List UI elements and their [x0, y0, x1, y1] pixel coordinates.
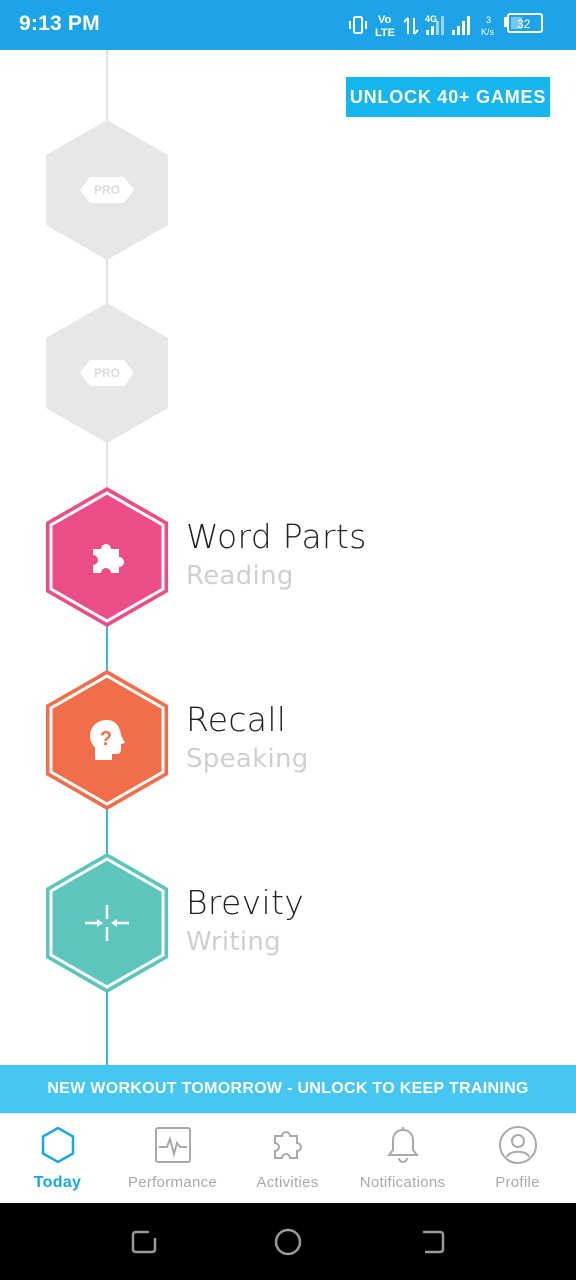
game-item-recall[interactable]: ? Recall Speaking	[0, 670, 576, 810]
bottom-tab-bar: Today Performance Activities Notificatio…	[0, 1113, 576, 1204]
banner-text: NEW WORKOUT TOMORROW - UNLOCK TO KEEP TR…	[47, 1080, 529, 1097]
locked-game-item[interactable]: PRO	[0, 303, 576, 443]
speed-value-text: 3	[486, 15, 491, 25]
puzzle-icon	[93, 544, 124, 573]
tab-activities[interactable]: Activities	[230, 1114, 345, 1204]
head-question-icon: ?	[90, 720, 125, 760]
recent-apps-icon[interactable]	[127, 1225, 161, 1259]
game-item-brevity[interactable]: Brevity Writing	[0, 853, 576, 993]
game-category: Speaking	[186, 744, 309, 774]
pro-badge-label: PRO	[93, 183, 120, 197]
network-lte-text: LTE	[375, 27, 395, 39]
pulse-chart-icon	[155, 1127, 191, 1163]
bell-icon	[386, 1127, 420, 1163]
game-title: Word Parts	[186, 517, 367, 556]
tab-performance[interactable]: Performance	[115, 1114, 230, 1204]
tab-notifications[interactable]: Notifications	[345, 1114, 460, 1204]
pro-badge: PRO	[80, 360, 134, 386]
compress-arrows-icon	[85, 905, 129, 941]
back-icon[interactable]	[415, 1225, 449, 1259]
tab-label: Notifications	[359, 1174, 446, 1191]
home-icon[interactable]	[271, 1225, 305, 1259]
tab-label: Performance	[127, 1174, 218, 1191]
network-4g-text: 4G	[425, 14, 437, 24]
game-item-word-parts[interactable]: Word Parts Reading	[0, 487, 576, 627]
status-time: 9:13 PM	[19, 12, 100, 35]
tab-profile[interactable]: Profile	[460, 1114, 575, 1204]
vibrate-icon	[349, 16, 367, 34]
pro-badge-label: PRO	[93, 366, 120, 380]
game-title: Brevity	[186, 883, 305, 922]
network-vo-text: Vo	[378, 14, 392, 26]
puzzle-icon	[274, 1131, 302, 1159]
data-arrows-icon	[403, 17, 419, 35]
game-category: Reading	[186, 561, 294, 591]
status-icons: Vo LTE 4G 3 K/s 32	[348, 12, 558, 40]
tab-label: Profile	[495, 1174, 540, 1191]
system-nav-bar	[0, 1203, 576, 1280]
battery-level-text: 32	[517, 17, 531, 31]
signal-2-icon	[452, 16, 470, 35]
battery-icon: 32	[504, 13, 543, 33]
status-bar: 9:13 PM Vo LTE 4G 3 K/s 32	[0, 0, 576, 50]
today-workout-list[interactable]: UNLOCK 40+ GAMES PRO PRO Word Parts Read…	[0, 50, 576, 1115]
hexagon-icon	[41, 1126, 75, 1164]
locked-game-item[interactable]: PRO	[0, 120, 576, 260]
game-title: Recall	[186, 700, 287, 739]
unlock-training-banner[interactable]: NEW WORKOUT TOMORROW - UNLOCK TO KEEP TR…	[0, 1065, 576, 1113]
svg-text:?: ?	[100, 728, 112, 750]
tab-label: Activities	[256, 1174, 319, 1191]
pro-badge: PRO	[80, 177, 134, 203]
user-icon	[499, 1126, 537, 1164]
unlock-games-button[interactable]: UNLOCK 40+ GAMES	[346, 77, 550, 117]
tab-label: Today	[33, 1174, 82, 1191]
game-category: Writing	[186, 927, 281, 957]
tab-today[interactable]: Today	[0, 1114, 115, 1204]
speed-unit-text: K/s	[481, 27, 495, 37]
